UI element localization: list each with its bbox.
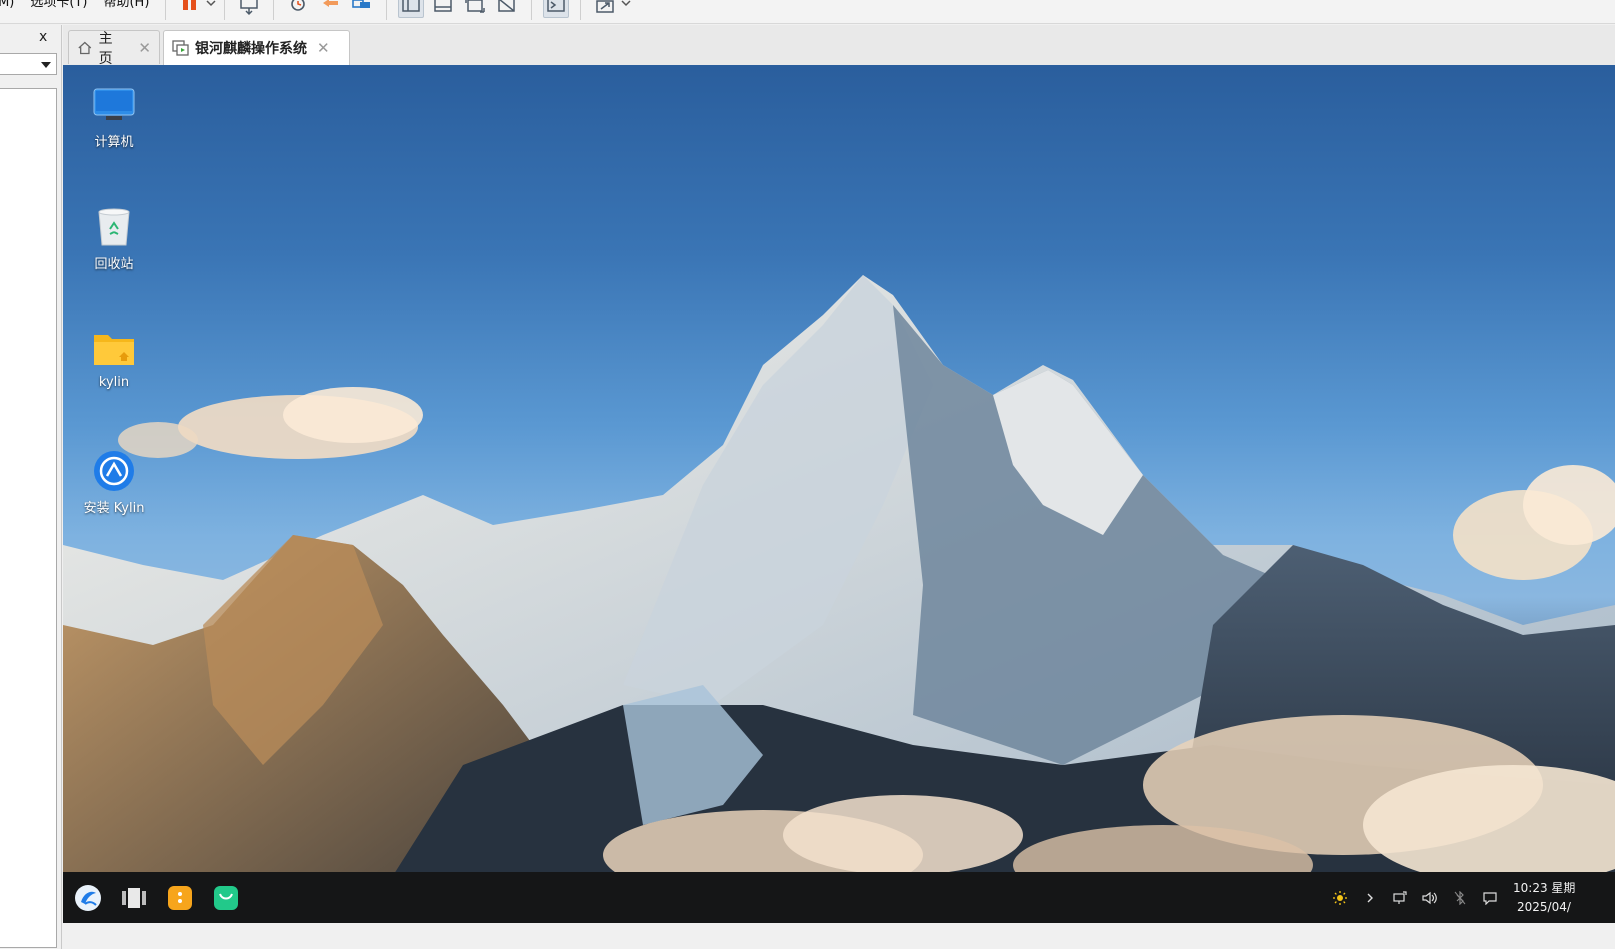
installer-icon [92, 449, 136, 493]
revert-icon [323, 0, 339, 7]
tab-home[interactable]: 主页 ✕ [68, 30, 160, 67]
fullscreen-button[interactable] [462, 0, 488, 18]
library-panel: x [0, 25, 62, 949]
volume-icon[interactable] [1422, 890, 1438, 906]
system-tray: 10:23 星期 2025/04/ [1325, 872, 1575, 923]
toolbar-separator [531, 0, 533, 20]
close-icon[interactable]: ✕ [317, 39, 330, 57]
tab-strip: 主页 ✕ 银河麒麟操作系统 ✕ [63, 25, 1615, 67]
chevron-down-icon [206, 0, 216, 7]
menu-tabs[interactable]: 选项卡(T) [22, 0, 95, 16]
toolbar-separator [386, 0, 388, 20]
desktop-icon-computer[interactable]: 计算机 [83, 83, 145, 150]
desktop-icon-label: 计算机 [94, 135, 134, 150]
chevron-down-icon [41, 62, 51, 68]
tab-kylin-vm-label: 银河麒麟操作系统 [195, 41, 307, 57]
software-store-button[interactable] [211, 883, 241, 913]
menu-help[interactable]: 帮助(H) [95, 0, 157, 16]
software-store-icon [214, 885, 238, 910]
file-manager-button[interactable] [165, 883, 195, 913]
toolbar-separator [580, 0, 582, 20]
tab-home-label: 主页 [98, 30, 113, 67]
toolbar-separator [224, 0, 226, 20]
stretch-dropdown[interactable] [621, 0, 631, 12]
notification-icon[interactable] [1482, 890, 1498, 906]
send-keys-icon [240, 0, 259, 16]
brightness-icon[interactable] [1332, 890, 1348, 906]
desktop-icon-trash[interactable]: 回收站 [83, 205, 145, 272]
pause-icon [183, 0, 197, 10]
network-icon[interactable] [1392, 890, 1408, 906]
suspend-button[interactable] [177, 0, 203, 18]
console-icon [547, 0, 566, 12]
thumbnail-bar-button[interactable] [430, 0, 456, 18]
snapshot-manager-icon [352, 0, 371, 8]
snapshot-manager-button[interactable] [349, 0, 375, 18]
start-menu-button[interactable] [73, 883, 103, 913]
expand-tray-icon[interactable] [1362, 890, 1378, 906]
desktop-icon-label: 回收站 [94, 257, 134, 272]
guest-taskbar: 10:23 星期 2025/04/ [63, 872, 1615, 923]
file-manager-icon [168, 885, 192, 910]
console-view-button[interactable] [543, 0, 570, 18]
revert-snapshot-button[interactable] [317, 0, 343, 18]
thumbnail-view-icon [434, 0, 453, 12]
multitask-view-button[interactable] [119, 883, 149, 913]
library-view-icon [402, 0, 421, 12]
send-ctrl-alt-del-button[interactable] [236, 0, 262, 18]
desktop-icon-label: kylin [98, 375, 130, 390]
vm-running-icon [172, 40, 189, 56]
desktop-icon-kylin-home[interactable]: kylin [83, 327, 145, 390]
unity-view-button[interactable] [494, 0, 520, 18]
computer-icon [92, 83, 136, 127]
power-dropdown[interactable] [206, 0, 216, 12]
toolbar-separator [165, 0, 167, 20]
bluetooth-icon[interactable] [1452, 890, 1468, 906]
clock-date: 2025/04/ [1517, 899, 1571, 914]
snapshot-icon [291, 0, 306, 11]
close-icon[interactable]: ✕ [138, 39, 151, 57]
library-tree[interactable] [0, 88, 57, 948]
snapshot-button[interactable] [285, 0, 311, 18]
desktop-icon-label: 安装 Kylin [83, 501, 145, 516]
home-icon [78, 41, 92, 54]
tab-kylin-vm[interactable]: 银河麒麟操作系统 ✕ [163, 30, 350, 65]
stretch-icon [596, 0, 615, 13]
home-folder-icon [92, 327, 136, 371]
show-library-button[interactable] [398, 0, 425, 18]
trash-icon [92, 205, 136, 249]
menu-vm[interactable]: 虚拟机(M) [0, 0, 22, 16]
stretch-guest-button[interactable] [592, 0, 618, 18]
mountain-wallpaper [63, 275, 1615, 923]
start-menu-icon [75, 884, 101, 911]
clock-time: 10:23 星期 [1513, 880, 1576, 895]
menu-toolbar: 虚拟机(M) 选项卡(T) 帮助(H) [0, 0, 1615, 24]
vm-guest-screen[interactable]: 计算机 回收站 kylin 安装 Kylin 10:23 星期 2025/04/ [63, 65, 1615, 923]
toolbar-separator [273, 0, 275, 20]
status-bar [63, 923, 1615, 949]
multitask-view-icon [122, 887, 146, 908]
fullscreen-icon [465, 0, 486, 13]
library-close-button[interactable]: x [39, 29, 47, 45]
library-filter-select[interactable] [0, 53, 57, 75]
unity-icon [498, 0, 516, 12]
desktop-icon-install-kylin[interactable]: 安装 Kylin [83, 449, 145, 516]
taskbar-clock[interactable]: 10:23 星期 2025/04/ [1513, 879, 1575, 917]
chevron-down-icon [621, 0, 631, 7]
